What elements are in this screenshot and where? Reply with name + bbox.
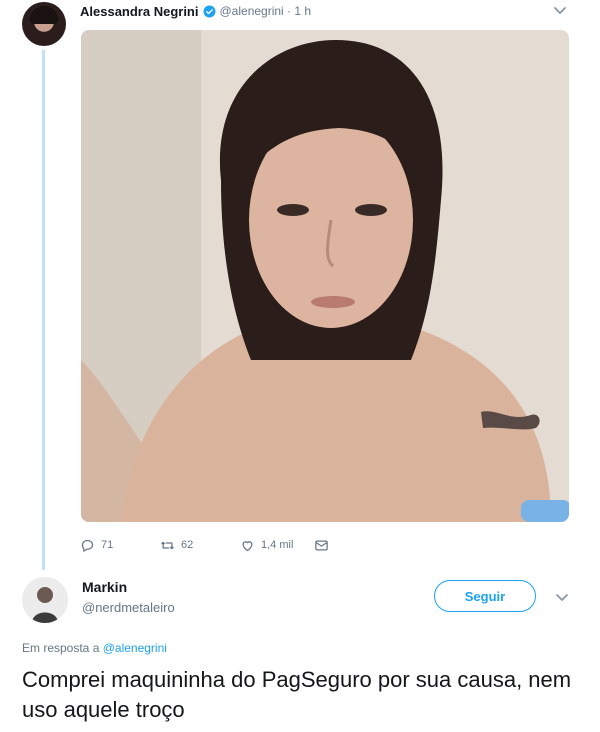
like-icon <box>242 540 253 551</box>
reply-tweet: Markin @nerdmetaleiro Seguir Em resposta… <box>0 565 600 732</box>
reply-icon <box>81 539 94 552</box>
message-icon <box>315 540 328 550</box>
reply-avatar-illustration <box>22 577 68 623</box>
reply-author-name[interactable]: Markin <box>82 579 127 595</box>
avatar[interactable] <box>22 2 66 46</box>
reply-prefix: Em resposta a <box>22 641 100 655</box>
verified-badge-icon <box>203 5 215 17</box>
retweet-action[interactable]: 62 <box>160 538 193 553</box>
like-count: 1,4 mil <box>261 539 294 551</box>
original-tweet: Alessandra Negrini @alenegrini · 1 h 71 … <box>0 0 600 570</box>
thread-line <box>42 50 45 570</box>
reply-mention-link[interactable]: @alenegrini <box>103 641 167 655</box>
message-action[interactable] <box>314 538 329 553</box>
chevron-down-icon[interactable] <box>552 2 568 18</box>
reply-avatar[interactable] <box>22 577 68 623</box>
photo-illustration <box>81 30 569 522</box>
retweet-icon <box>161 541 174 549</box>
author-name[interactable]: Alessandra Negrini <box>80 4 199 19</box>
author-handle-time[interactable]: @alenegrini · 1 h <box>220 4 312 18</box>
reply-action[interactable]: 71 <box>80 538 113 553</box>
chevron-down-icon[interactable] <box>554 589 570 605</box>
reply-author-handle[interactable]: @nerdmetaleiro <box>82 600 175 615</box>
tweet-header: Alessandra Negrini @alenegrini · 1 h <box>80 2 311 20</box>
reply-context: Em resposta a @alenegrini <box>22 641 167 655</box>
reply-count: 71 <box>101 539 114 551</box>
tweet-photo[interactable] <box>81 30 569 522</box>
follow-button[interactable]: Seguir <box>434 580 536 612</box>
like-action[interactable]: 1,4 mil <box>240 538 293 553</box>
reply-text: Comprei maquininha do PagSeguro por sua … <box>22 667 572 722</box>
retweet-count: 62 <box>181 539 194 551</box>
